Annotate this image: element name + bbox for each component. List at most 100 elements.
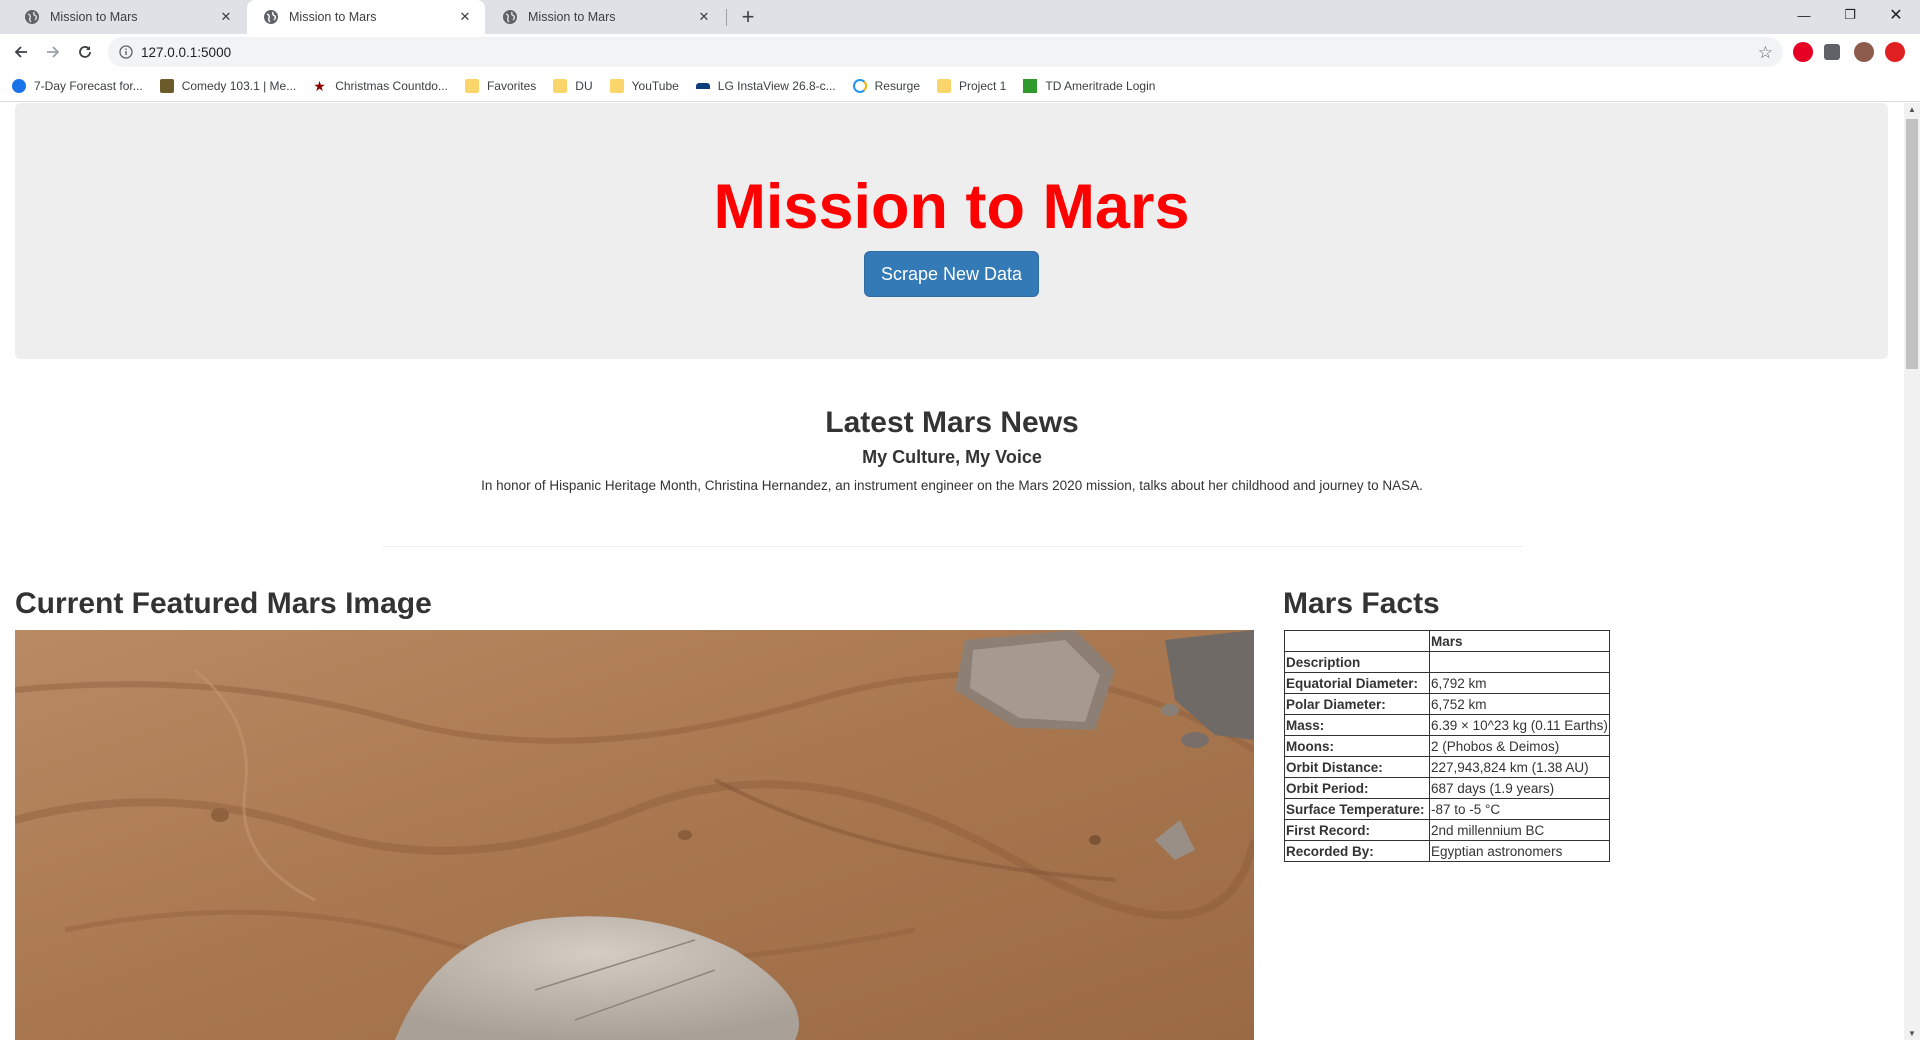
tab-2[interactable]: Mission to Mars ✕	[247, 0, 485, 34]
table-row: Surface Temperature: -87 to -5 °C	[1284, 798, 1610, 820]
fact-value: 2nd millennium BC	[1429, 819, 1610, 841]
bookmark-label: Comedy 103.1 | Me...	[181, 78, 297, 93]
tab-3[interactable]: Mission to Mars ✕	[486, 0, 724, 34]
new-tab-icon[interactable]: +	[736, 4, 760, 29]
fact-value: 6.39 × 10^23 kg (0.11 Earths)	[1429, 714, 1610, 736]
news-heading: Latest Mars News	[825, 406, 1079, 439]
featured-mars-image[interactable]	[15, 630, 1254, 1040]
scroll-down-arrow-icon[interactable]: ▼	[1908, 1029, 1916, 1038]
fact-label: Mass:	[1284, 714, 1430, 736]
scroll-up-arrow-icon[interactable]: ▲	[1908, 105, 1916, 114]
folder-icon	[609, 78, 624, 93]
avatar[interactable]	[1854, 42, 1874, 62]
bookmark-label: Favorites	[486, 78, 537, 93]
bookmark-label: Christmas Countdo...	[335, 78, 448, 93]
bookmark-label: LG InstaView 26.8-c...	[717, 78, 836, 93]
table-row: Recorded By: Egyptian astronomers	[1284, 840, 1610, 862]
update-icon[interactable]	[1885, 42, 1905, 62]
table-row: First Record: 2nd millennium BC	[1284, 819, 1610, 841]
mars-facts-table: Mars Description Equatorial Diameter: 6,7…	[1284, 630, 1610, 862]
fact-label: First Record:	[1284, 819, 1430, 841]
pinterest-icon[interactable]	[1793, 42, 1813, 62]
table-row: Polar Diameter: 6,752 km	[1284, 693, 1610, 715]
address-bar[interactable]: 127.0.0.1:5000 ☆	[108, 37, 1783, 67]
bookmark-project-1[interactable]: Project 1	[937, 78, 1007, 93]
bookmark-favorites[interactable]: Favorites	[464, 78, 537, 93]
url-text[interactable]: 127.0.0.1:5000	[141, 45, 231, 60]
bookmark-label: YouTube	[631, 78, 679, 93]
bookmarks-bar: 7-Day Forecast for... Comedy 103.1 | Me.…	[0, 70, 1920, 102]
scrollbar-thumb[interactable]	[1906, 119, 1918, 369]
table-row: Orbit Period: 687 days (1.9 years)	[1284, 777, 1610, 799]
browser-toolbar: 127.0.0.1:5000 ☆	[0, 34, 1920, 70]
close-tab-icon[interactable]: ✕	[696, 9, 712, 25]
scrape-new-data-button[interactable]: Scrape New Data	[863, 251, 1040, 297]
fact-label: Equatorial Diameter:	[1284, 672, 1430, 694]
table-header-mars: Mars	[1429, 630, 1610, 652]
bookmark-label: Project 1	[959, 78, 1007, 93]
news-section: Latest Mars News My Culture, My Voice In…	[0, 405, 1904, 495]
tab-bar: Mission to Mars ✕ Mission to Mars ✕ Miss…	[0, 0, 1920, 34]
fact-label: Moons:	[1284, 735, 1430, 757]
table-row: Description	[1284, 651, 1610, 673]
close-tab-icon[interactable]: ✕	[218, 9, 234, 25]
star-icon: ★	[313, 77, 326, 94]
bookmark-label: 7-Day Forecast for...	[34, 78, 143, 93]
fact-value: -87 to -5 °C	[1429, 798, 1610, 820]
minimize-icon[interactable]: —	[1781, 0, 1827, 30]
bookmark-td-ameritrade[interactable]: TD Ameritrade Login	[1023, 78, 1155, 93]
restore-icon[interactable]: ❐	[1827, 0, 1873, 30]
fact-value: 2 (Phobos & Deimos)	[1429, 735, 1610, 757]
fact-value: 6,752 km	[1429, 693, 1610, 715]
table-row: Equatorial Diameter: 6,792 km	[1284, 672, 1610, 694]
tab-1[interactable]: Mission to Mars ✕	[8, 0, 246, 34]
bookmark-christmas[interactable]: ★ Christmas Countdo...	[313, 79, 448, 93]
bookmark-lg[interactable]: LG InstaView 26.8-c...	[695, 78, 836, 93]
close-tab-icon[interactable]: ✕	[457, 9, 473, 25]
bookmark-label: DU	[575, 78, 593, 93]
section-divider	[383, 546, 1523, 547]
extensions-puzzle-icon[interactable]	[1824, 44, 1840, 60]
bookmark-label: Resurge	[874, 78, 920, 93]
back-icon[interactable]	[9, 40, 33, 64]
fact-label: Orbit Period:	[1284, 777, 1430, 799]
news-teaser: In honor of Hispanic Heritage Month, Chr…	[481, 478, 1423, 493]
folder-icon	[464, 78, 479, 93]
fact-label: Recorded By:	[1284, 840, 1430, 862]
globe-icon	[503, 10, 517, 24]
td-icon	[1023, 78, 1038, 93]
weather-icon	[12, 78, 26, 93]
fact-value: 6,792 km	[1429, 672, 1610, 694]
bookmark-youtube[interactable]: YouTube	[609, 78, 679, 93]
fact-value: Egyptian astronomers	[1429, 840, 1610, 862]
lg-icon	[695, 82, 710, 89]
table-row: Mass: 6.39 × 10^23 kg (0.11 Earths)	[1284, 714, 1610, 736]
page-scrollbar[interactable]: ▲ ▼	[1904, 103, 1920, 1040]
folder-icon	[937, 78, 951, 93]
news-headline: My Culture, My Voice	[862, 447, 1042, 467]
reload-icon[interactable]	[73, 40, 97, 64]
fact-label: Description	[1284, 651, 1430, 673]
folder-icon	[553, 78, 568, 93]
page-title: Mission to Mars	[713, 172, 1190, 242]
featured-image-heading: Current Featured Mars Image	[15, 587, 432, 620]
table-header-row: Mars	[1284, 630, 1610, 652]
close-window-icon[interactable]: ✕	[1873, 0, 1919, 30]
bookmark-star-icon[interactable]: ☆	[1758, 43, 1773, 63]
info-icon[interactable]	[119, 45, 133, 59]
mars-facts-heading: Mars Facts	[1283, 587, 1440, 620]
table-header-blank	[1284, 630, 1430, 652]
forward-icon[interactable]	[41, 40, 65, 64]
tab-title: Mission to Mars	[289, 10, 377, 24]
tab-separator	[726, 9, 727, 26]
globe-icon	[264, 10, 278, 24]
table-row: Orbit Distance: 227,943,824 km (1.38 AU)	[1284, 756, 1610, 778]
page-viewport: Mission to Mars Scrape New Data Latest M…	[0, 103, 1904, 1040]
fact-value	[1429, 651, 1610, 673]
bookmark-resurge[interactable]: Resurge	[852, 78, 920, 93]
tab-title: Mission to Mars	[528, 10, 616, 24]
bookmark-forecast[interactable]: 7-Day Forecast for...	[12, 78, 143, 93]
fact-label: Orbit Distance:	[1284, 756, 1430, 778]
bookmark-du[interactable]: DU	[553, 78, 593, 93]
bookmark-comedy[interactable]: Comedy 103.1 | Me...	[159, 78, 297, 93]
